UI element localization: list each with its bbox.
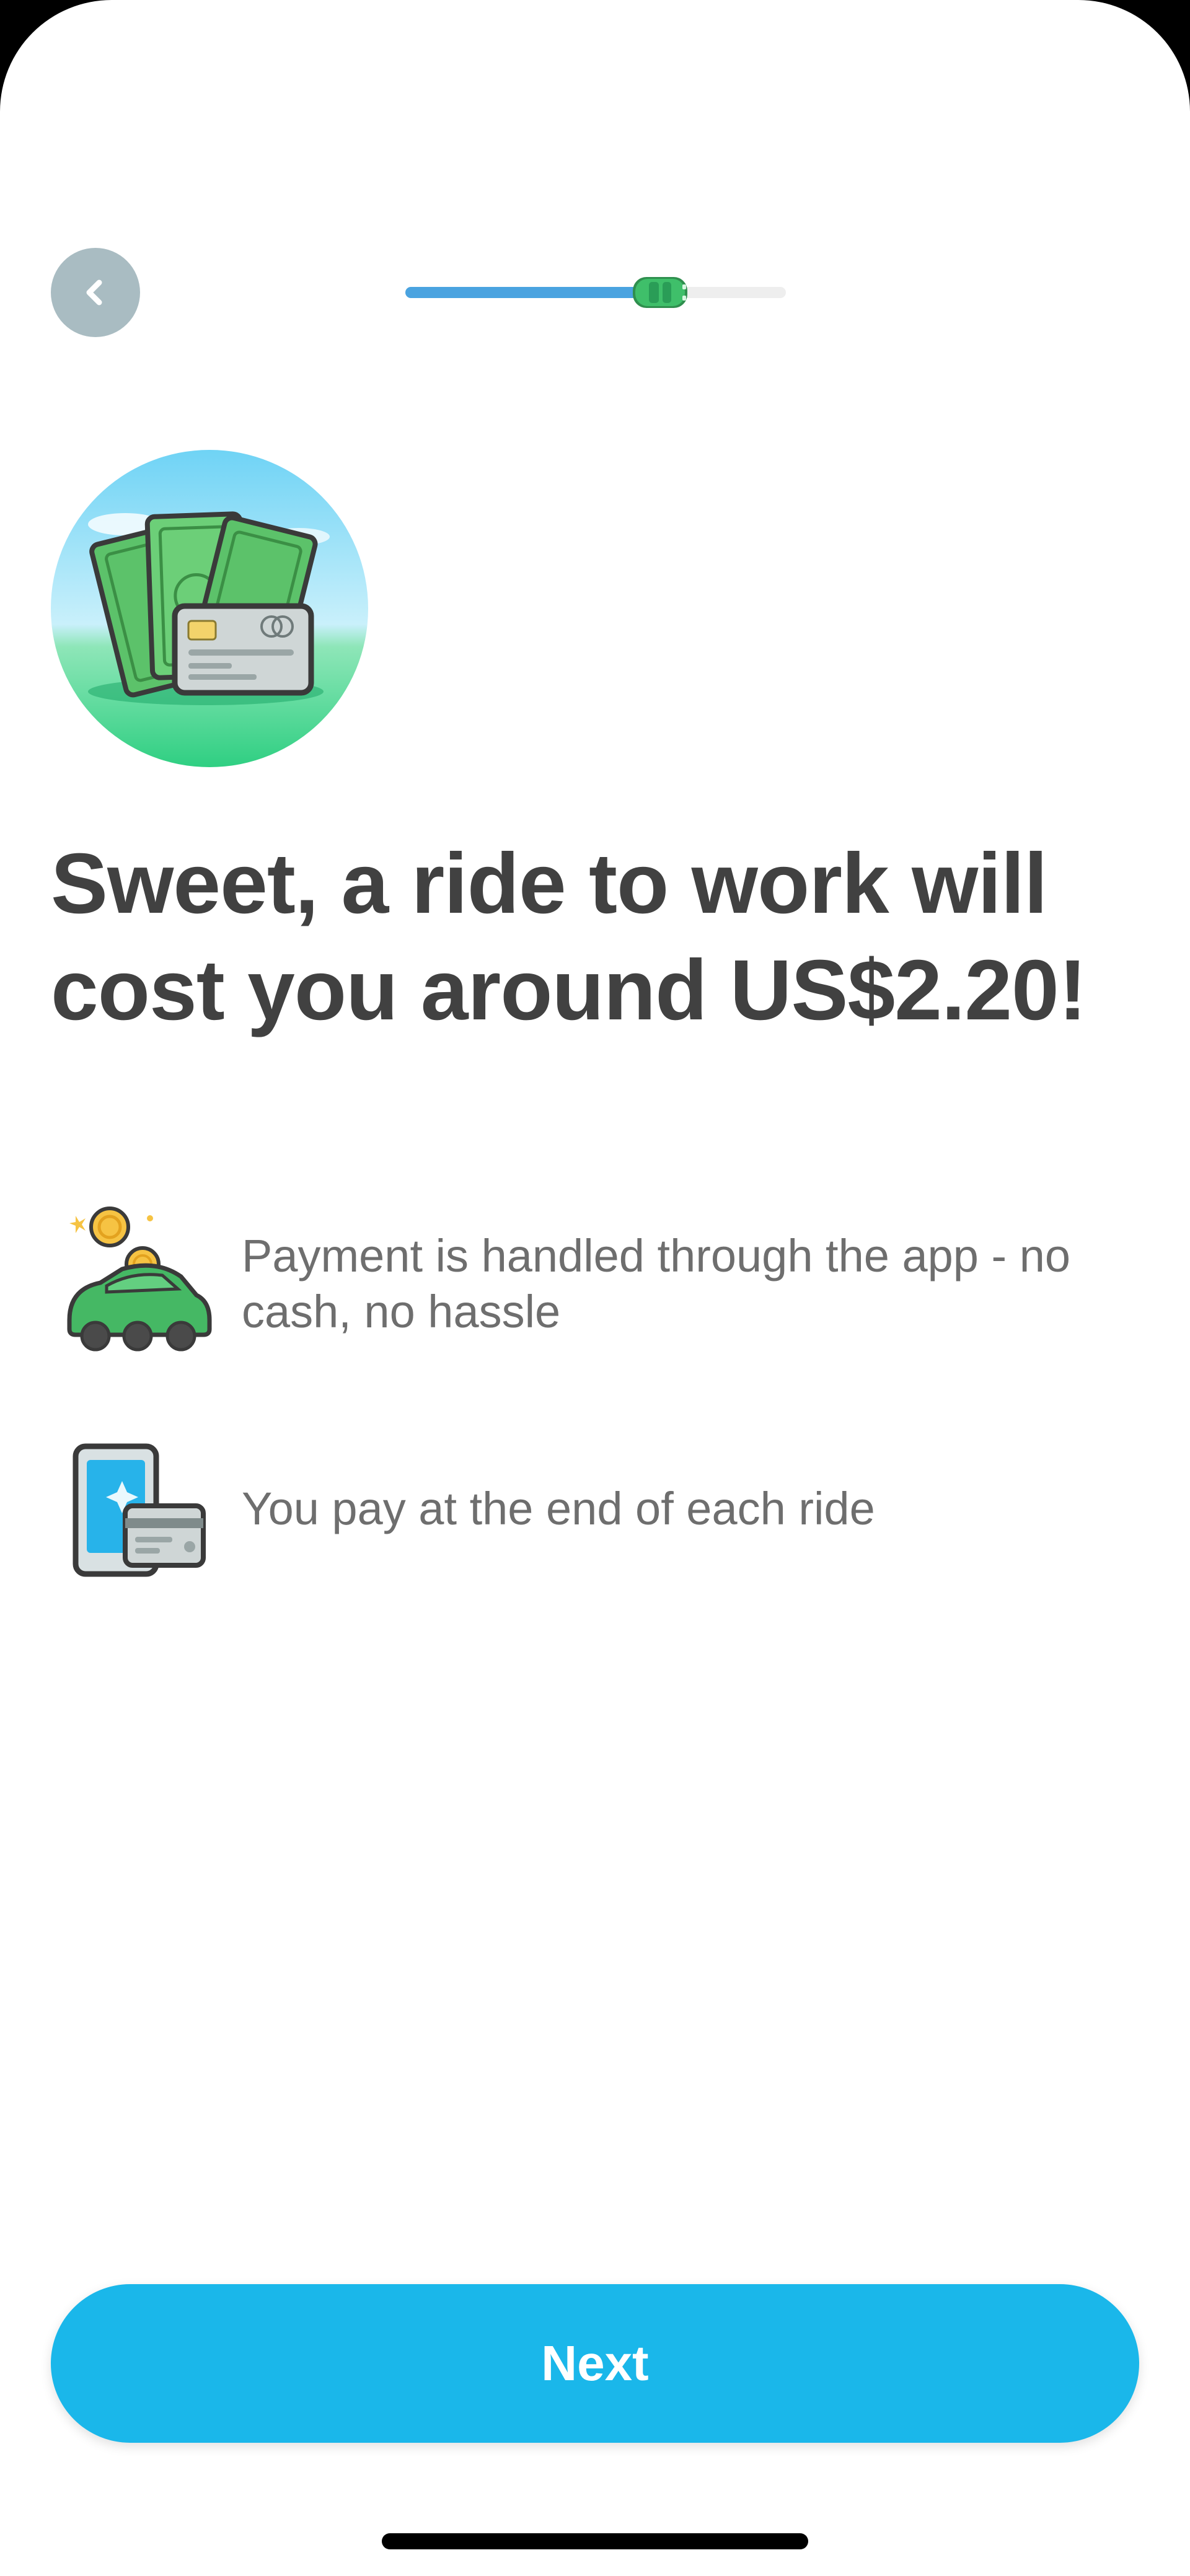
chevron-left-icon (86, 279, 102, 306)
car-icon (633, 277, 688, 308)
page-title: Sweet, a ride to work will cost you arou… (51, 836, 1087, 1038)
info-item-pay-at-end: You pay at the end of each ride (51, 1438, 1142, 1580)
payment-info-text: Payment is handled through the app - no … (242, 1230, 1071, 1337)
home-indicator (382, 2533, 808, 2549)
onboarding-screen: Sweet, a ride to work will cost you arou… (0, 0, 1190, 2576)
next-button[interactable]: Next (51, 2284, 1139, 2443)
progress-bar (405, 277, 786, 308)
progress-fill (405, 287, 661, 298)
cash-and-card-illustration (51, 450, 368, 767)
info-item-payment: Payment is handled through the app - no … (51, 1202, 1142, 1363)
car-piggybank-coins-icon (67, 1207, 212, 1352)
next-button-label: Next (541, 2336, 649, 2391)
pay-at-end-text: You pay at the end of each ride (242, 1483, 875, 1534)
phone-card-icon (73, 1443, 206, 1577)
back-button[interactable] (51, 248, 140, 337)
